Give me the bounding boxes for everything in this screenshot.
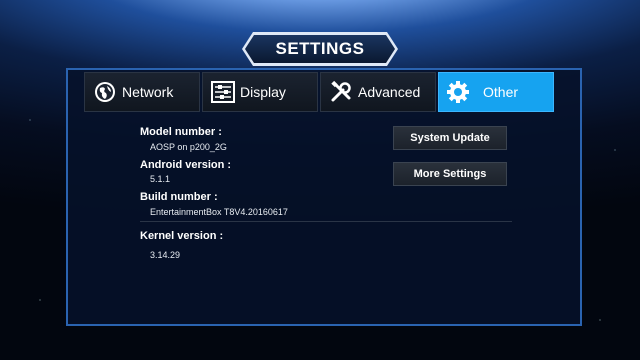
build-number-value: EntertainmentBox T8V4.20160617 <box>150 207 288 217</box>
more-settings-button[interactable]: More Settings <box>393 162 507 186</box>
model-number-value: AOSP on p200_2G <box>150 142 227 152</box>
tab-display-label: Display <box>240 84 286 100</box>
tab-other[interactable]: Other <box>438 72 554 112</box>
kernel-version-value: 3.14.29 <box>150 250 181 260</box>
android-version-label: Android version : <box>140 159 232 171</box>
tab-display[interactable]: Display <box>202 72 318 112</box>
tab-advanced-label: Advanced <box>358 84 421 100</box>
tools-icon <box>328 79 354 105</box>
sliders-icon <box>210 79 236 105</box>
build-number-label: Build number : <box>140 191 218 203</box>
model-number-label: Model number : <box>140 126 222 138</box>
kernel-version-label: Kernel version : <box>140 230 224 242</box>
tab-network[interactable]: Network <box>84 72 200 112</box>
android-version-value: 5.1.1 <box>150 174 171 184</box>
system-update-button[interactable]: System Update <box>393 126 507 150</box>
globe-icon <box>92 79 118 105</box>
tab-other-label: Other <box>483 84 519 100</box>
page-title: SETTINGS <box>245 35 395 63</box>
divider <box>140 221 512 222</box>
gear-icon <box>445 79 471 105</box>
tab-advanced[interactable]: Advanced <box>320 72 436 112</box>
tab-network-label: Network <box>122 84 174 100</box>
